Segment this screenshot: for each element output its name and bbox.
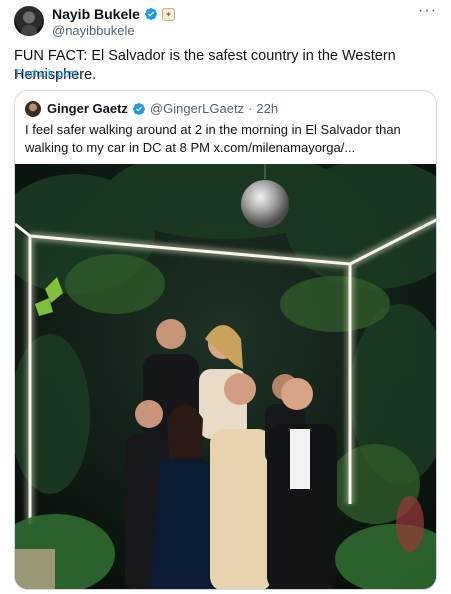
quoted-author-handle[interactable]: @GingerLGaetz <box>150 101 244 116</box>
author-handle[interactable]: @nayibbukele <box>52 23 135 38</box>
quoted-author-avatar[interactable] <box>25 101 41 117</box>
quoted-post-photo[interactable] <box>15 164 436 589</box>
author-avatar[interactable] <box>14 6 44 36</box>
author-name-row: Nayib Bukele ✦ <box>52 6 175 22</box>
group-photo <box>15 164 436 589</box>
post-card[interactable]: Nayib Bukele ✦ @nayibbukele ··· FUN FACT… <box>0 0 451 594</box>
affiliate-badge-icon: ✦ <box>161 7 175 21</box>
verified-badge-icon <box>132 102 145 115</box>
quoted-post-text: I feel safer walking around at 2 in the … <box>25 122 401 155</box>
quoted-post-time[interactable]: 22h <box>256 101 278 116</box>
quoted-post-header: Ginger Gaetz @GingerLGaetz · 22h <box>47 101 278 116</box>
author-display-name[interactable]: Nayib Bukele <box>52 6 140 22</box>
translate-post-link[interactable]: Traducir post <box>14 68 78 80</box>
quoted-author-name[interactable]: Ginger Gaetz <box>47 101 128 116</box>
quoted-post[interactable]: Ginger Gaetz @GingerLGaetz · 22h I feel … <box>14 90 437 590</box>
verified-badge-icon <box>144 8 157 20</box>
separator-dot: · <box>248 101 253 116</box>
more-options-button[interactable]: ··· <box>418 2 437 20</box>
